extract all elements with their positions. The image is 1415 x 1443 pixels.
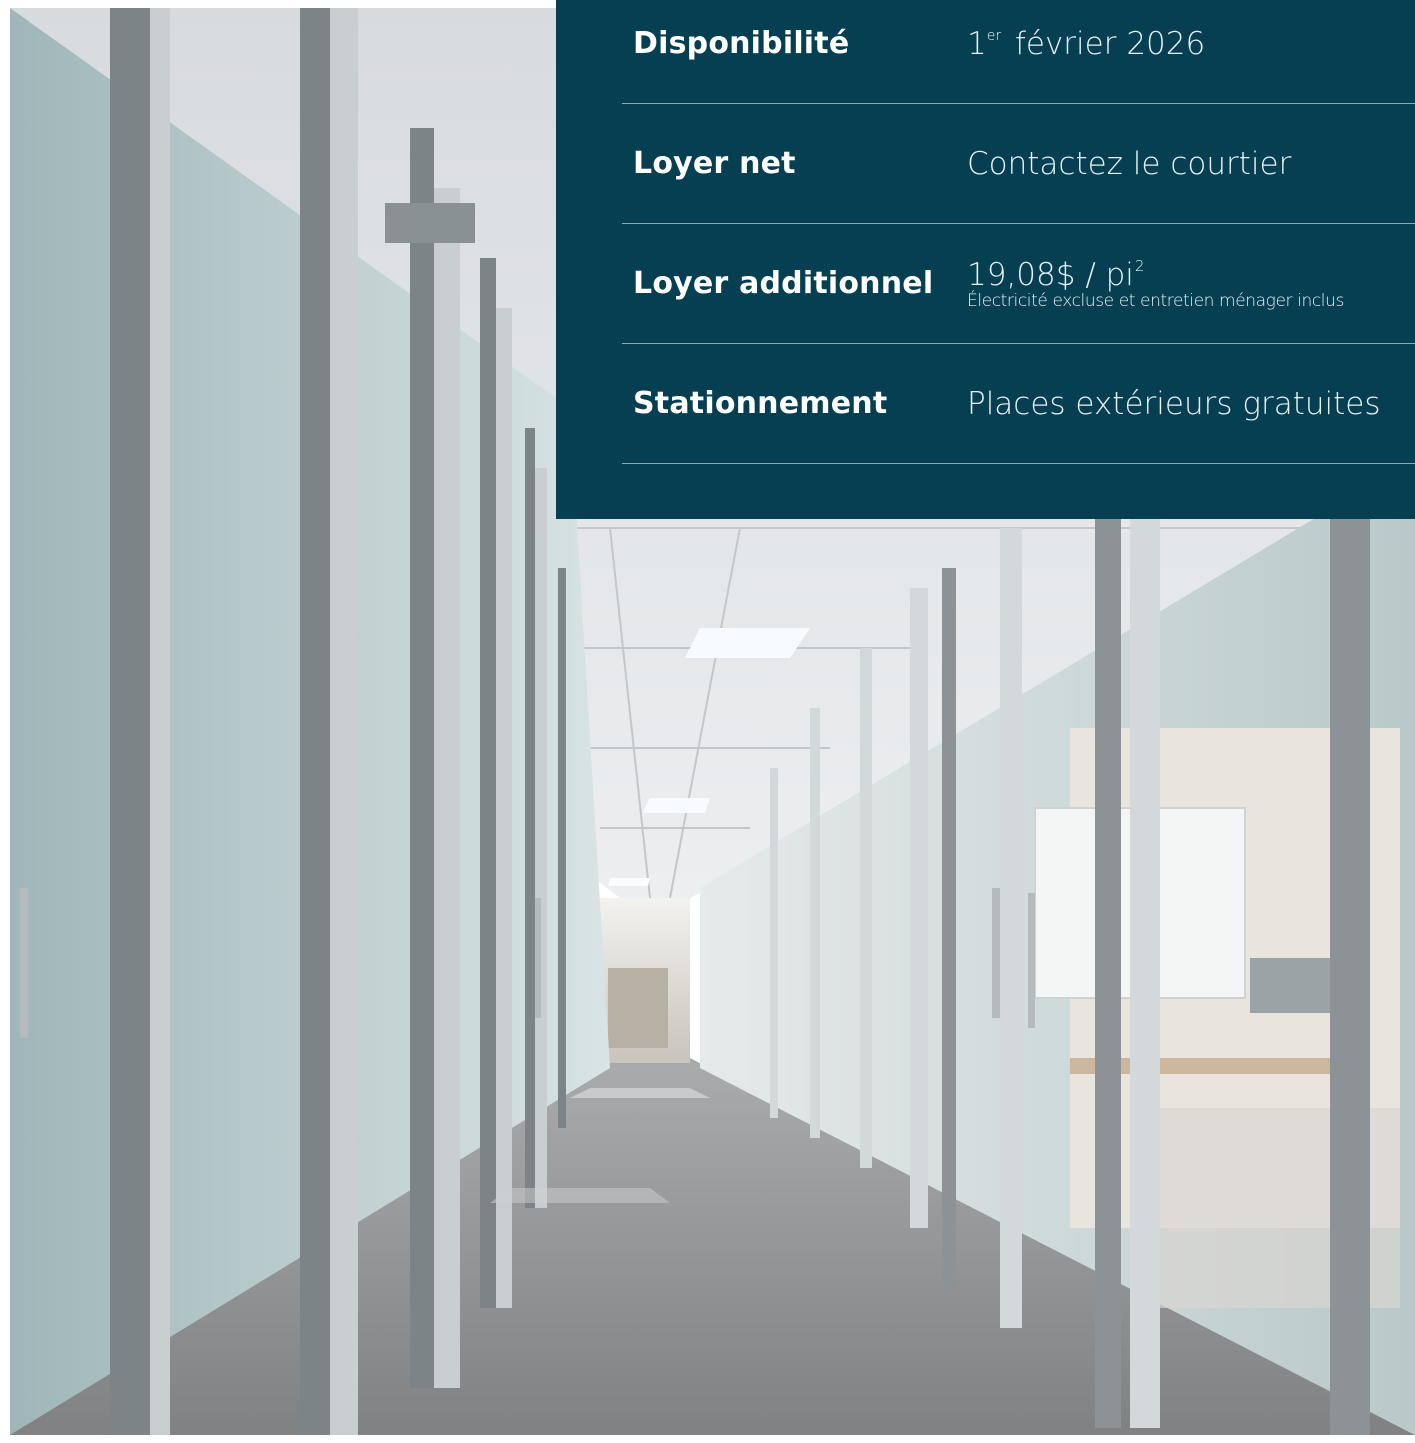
details-panel: Disponibilité 1er février 2026 Loyer net…	[556, 0, 1415, 519]
detail-value: 19,08$ / pi2 Électricité excluse et entr…	[967, 256, 1344, 311]
detail-label: Loyer additionnel	[633, 266, 934, 301]
detail-row-additional-rent: Loyer additionnel 19,08$ / pi2 Électrici…	[622, 224, 1415, 344]
detail-label: Loyer net	[633, 146, 796, 181]
detail-value: Contactez le courtier	[967, 145, 1292, 182]
detail-value: Places extérieurs gratuites	[967, 385, 1381, 422]
detail-row-availability: Disponibilité 1er février 2026	[622, 0, 1415, 104]
detail-label: Stationnement	[633, 386, 888, 421]
detail-row-parking: Stationnement Places extérieurs gratuite…	[622, 344, 1415, 464]
detail-note: Électricité excluse et entretien ménager…	[967, 290, 1344, 311]
detail-row-net-rent: Loyer net Contactez le courtier	[622, 104, 1415, 224]
detail-label: Disponibilité	[633, 26, 850, 61]
detail-value: 1er février 2026	[967, 25, 1206, 62]
